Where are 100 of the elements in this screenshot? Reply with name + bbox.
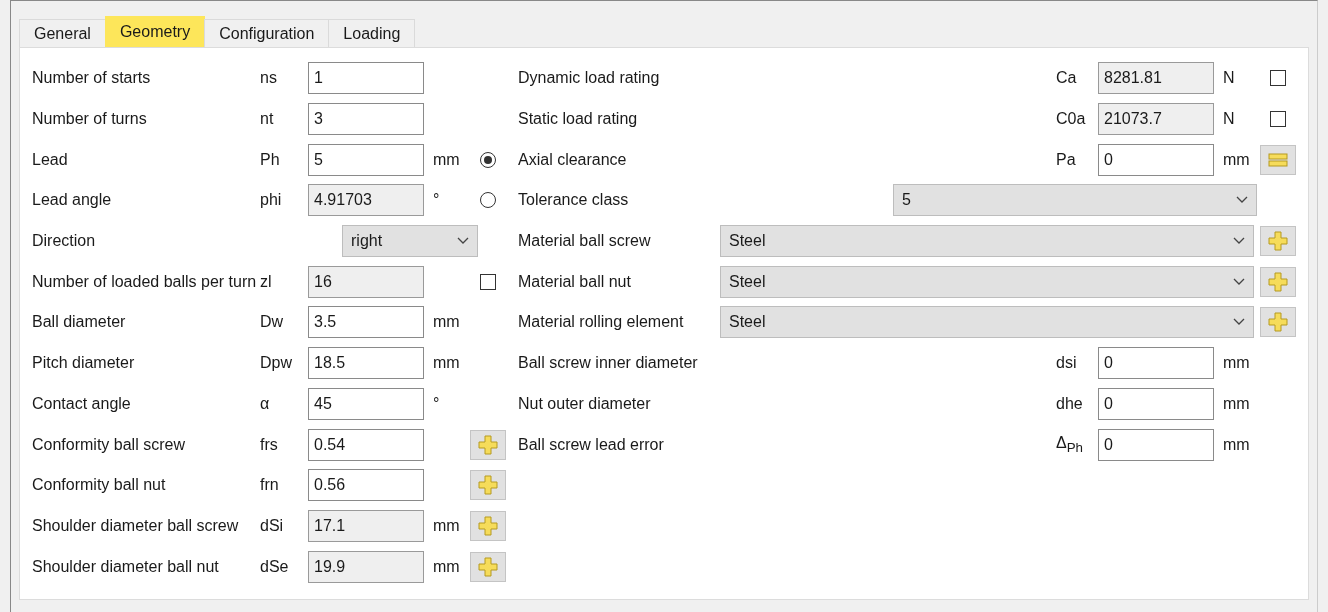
chevron-icon bbox=[457, 237, 469, 246]
tab[interactable]: General bbox=[19, 19, 106, 47]
tab[interactable]: Geometry bbox=[104, 16, 206, 47]
field-label: Direction bbox=[32, 232, 97, 251]
symbol-label: α bbox=[260, 394, 271, 413]
unit-label: mm bbox=[1222, 435, 1251, 454]
input-field[interactable]: 3 bbox=[308, 103, 424, 136]
equals-button[interactable] bbox=[1260, 144, 1296, 175]
field-label: Number of starts bbox=[32, 69, 152, 88]
unit-label: N bbox=[1222, 110, 1236, 129]
input-field[interactable]: 45 bbox=[308, 387, 424, 420]
unit-label: mm bbox=[1222, 394, 1251, 413]
input-field[interactable]: 0 bbox=[1098, 428, 1214, 461]
input-field[interactable]: 0.54 bbox=[308, 428, 424, 461]
field-label: Shoulder diameter ball screw bbox=[32, 516, 240, 535]
radio-button[interactable] bbox=[480, 192, 496, 209]
input-field[interactable]: 8281.81 bbox=[1098, 62, 1214, 95]
field-label: Contact angle bbox=[32, 394, 132, 413]
field-label: Lead bbox=[32, 150, 69, 169]
field-label: Conformity ball screw bbox=[32, 435, 186, 454]
plus-icon bbox=[1268, 312, 1288, 333]
input-field[interactable]: 4.91703 bbox=[308, 184, 424, 217]
symbol-label: frn bbox=[260, 476, 280, 495]
dropdown[interactable]: right bbox=[342, 225, 478, 258]
symbol-label: Ph bbox=[260, 150, 281, 169]
symbol-label: dSe bbox=[260, 557, 290, 576]
unit-label: mm bbox=[432, 313, 461, 332]
unit-label: mm bbox=[1222, 150, 1251, 169]
symbol-label: Dpw bbox=[260, 354, 293, 373]
unit-label: mm bbox=[432, 354, 461, 373]
plus-icon bbox=[478, 434, 498, 455]
symbol-label: C0a bbox=[1056, 110, 1087, 129]
radio-button[interactable] bbox=[480, 151, 496, 168]
input-field[interactable]: 1 bbox=[308, 62, 424, 95]
field-label: Static load rating bbox=[518, 110, 639, 129]
input-field[interactable]: 3.5 bbox=[308, 306, 424, 339]
input-field[interactable]: 19.9 bbox=[308, 550, 424, 583]
add-button[interactable] bbox=[470, 429, 506, 460]
tab[interactable]: Configuration bbox=[204, 19, 330, 47]
field-label: Axial clearance bbox=[518, 150, 628, 169]
tab[interactable]: Loading bbox=[328, 19, 416, 47]
unit-label: mm bbox=[432, 150, 461, 169]
add-button[interactable] bbox=[470, 510, 506, 541]
checkbox[interactable] bbox=[480, 273, 496, 290]
equals-icon bbox=[1268, 151, 1288, 168]
field-label: Shoulder diameter ball nut bbox=[32, 557, 220, 576]
symbol-label: Δ$_{Ph}$ bbox=[1056, 433, 1084, 456]
add-button[interactable] bbox=[1260, 307, 1296, 338]
symbol-label: dhe bbox=[1056, 394, 1084, 413]
add-button[interactable] bbox=[470, 551, 506, 582]
field-label: Tolerance class bbox=[518, 191, 630, 210]
chevron-icon bbox=[1233, 237, 1245, 246]
symbol-label: nt bbox=[260, 110, 275, 129]
input-field[interactable]: 21073.7 bbox=[1098, 103, 1214, 136]
unit-label: mm bbox=[1222, 354, 1251, 373]
add-button[interactable] bbox=[1260, 266, 1296, 297]
field-label: Ball screw lead error bbox=[518, 435, 665, 454]
field-label: Conformity ball nut bbox=[32, 476, 167, 495]
unit-label: mm bbox=[432, 516, 461, 535]
dropdown[interactable]: Steel bbox=[720, 265, 1254, 298]
unit-label: ° bbox=[432, 394, 441, 413]
input-field[interactable]: 5 bbox=[308, 143, 424, 176]
chevron-icon bbox=[1233, 277, 1245, 286]
checkbox[interactable] bbox=[1270, 111, 1286, 128]
add-button[interactable] bbox=[1260, 226, 1296, 257]
input-field[interactable]: 0.56 bbox=[308, 469, 424, 502]
dropdown[interactable]: 5 bbox=[893, 184, 1257, 217]
plus-icon bbox=[478, 556, 498, 577]
field-label: Pitch diameter bbox=[32, 354, 136, 373]
plus-icon bbox=[478, 475, 498, 496]
plus-icon bbox=[478, 515, 498, 536]
symbol-label: zl bbox=[260, 272, 273, 291]
field-label: Material ball nut bbox=[518, 272, 632, 291]
chevron-icon bbox=[1236, 196, 1248, 205]
checkbox[interactable] bbox=[1270, 70, 1286, 87]
field-label: Material ball screw bbox=[518, 232, 652, 251]
dropdown[interactable]: Steel bbox=[720, 306, 1254, 339]
input-field[interactable]: 0 bbox=[1098, 143, 1214, 176]
add-button[interactable] bbox=[470, 470, 506, 501]
input-field[interactable]: 17.1 bbox=[308, 509, 424, 542]
field-label: Number of turns bbox=[32, 110, 148, 129]
symbol-label: Pa bbox=[1056, 150, 1077, 169]
unit-label: N bbox=[1222, 69, 1236, 88]
field-label: Number of loaded balls per turn bbox=[32, 272, 258, 291]
symbol-label: Dw bbox=[260, 313, 285, 332]
chevron-icon bbox=[1233, 318, 1245, 327]
unit-label: ° bbox=[432, 191, 441, 210]
plus-icon bbox=[1268, 271, 1288, 292]
input-field[interactable]: 0 bbox=[1098, 347, 1214, 380]
field-label: Ball diameter bbox=[32, 313, 127, 332]
unit-label: mm bbox=[432, 557, 461, 576]
symbol-label: frs bbox=[260, 435, 279, 454]
field-label: Dynamic load rating bbox=[518, 69, 661, 88]
field-label: Lead angle bbox=[32, 191, 113, 210]
input-field[interactable]: 0 bbox=[1098, 387, 1214, 420]
dropdown[interactable]: Steel bbox=[720, 225, 1254, 258]
symbol-label: ns bbox=[260, 69, 278, 88]
input-field[interactable]: 16 bbox=[308, 265, 424, 298]
input-field[interactable]: 18.5 bbox=[308, 347, 424, 380]
field-label: Ball screw inner diameter bbox=[518, 354, 699, 373]
